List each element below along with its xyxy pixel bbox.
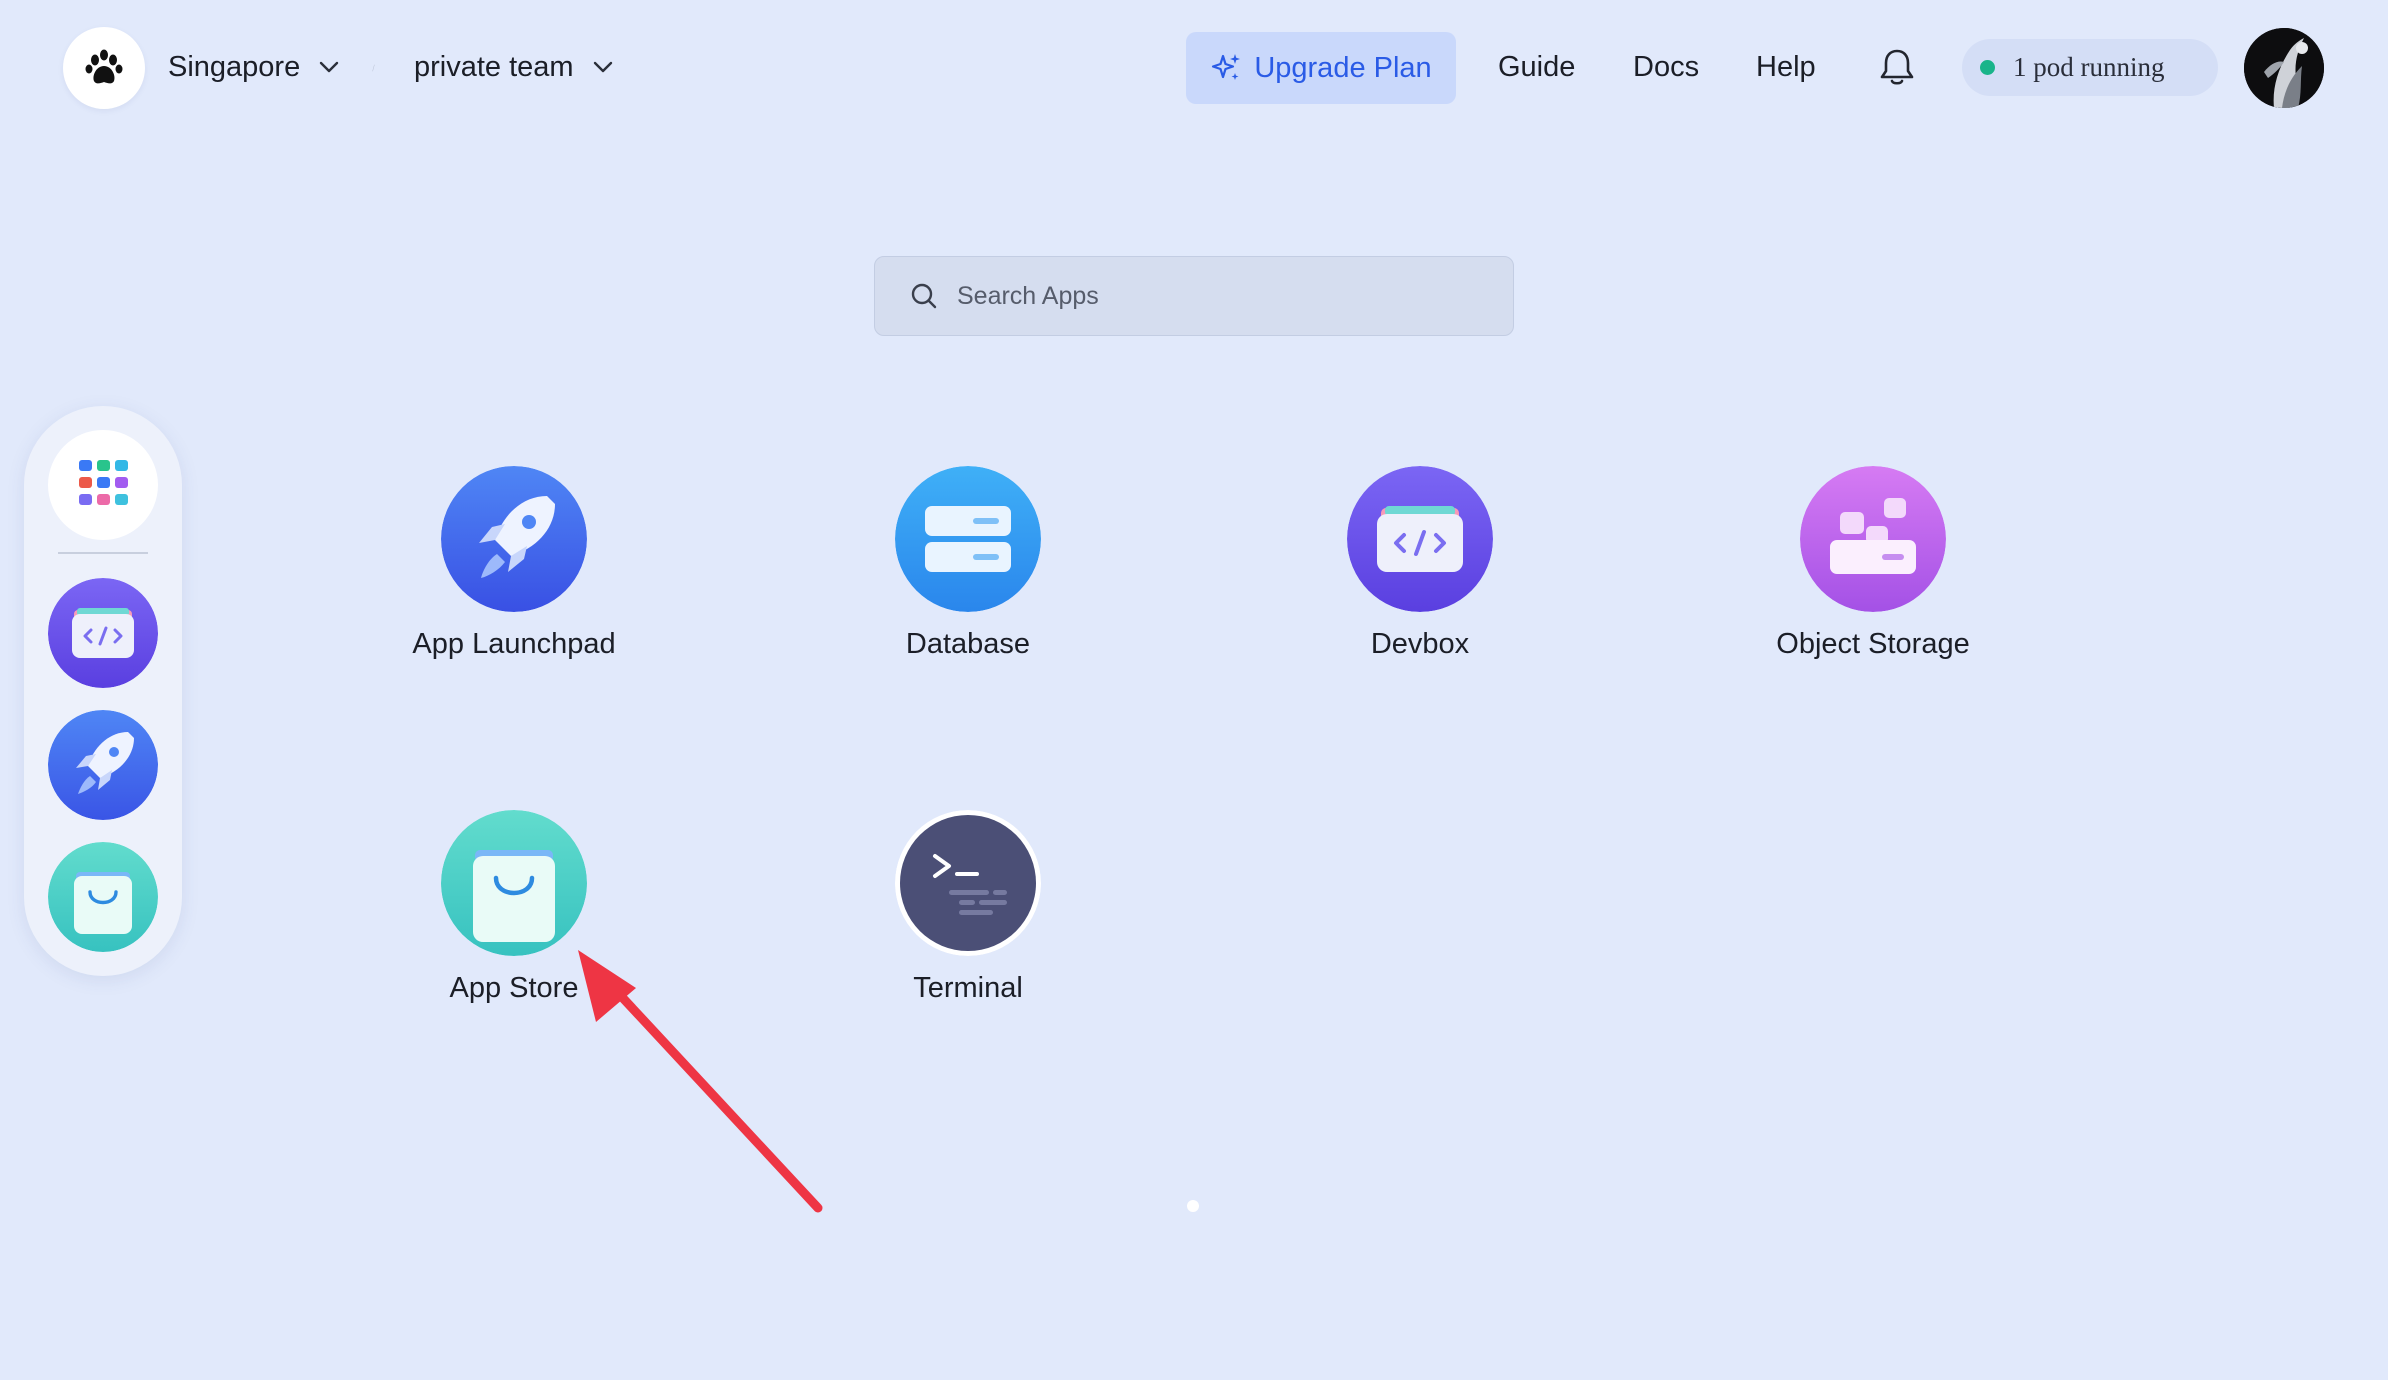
app-label: Devbox [1370,628,1470,660]
app-tile-app-store[interactable]: App Store [364,810,664,1005]
app-tile-devbox[interactable]: Devbox [1270,466,1570,661]
app-label: Terminal [913,972,1023,1004]
page-indicator-dot[interactable] [1187,1200,1199,1212]
app-tile-app-launchpad[interactable]: App Launchpad [364,466,664,661]
dock-app-store-bag-icon[interactable] [48,842,158,952]
dock-apps-grid-icon[interactable] [48,430,158,540]
app-label: Database [905,628,1031,660]
pod-status-label: 1 pod running [2013,52,2165,82]
docs-link[interactable]: Docs [1633,42,1699,92]
help-link[interactable]: Help [1756,42,1816,92]
breadcrumb-separator [372,44,375,92]
pod-status-badge[interactable]: 1 pod running [1962,39,2218,96]
chevron-down-icon [592,60,614,74]
app-dock [24,406,182,976]
chevron-down-icon [318,60,340,74]
sparkle-icon [1210,52,1242,84]
avatar[interactable] [2244,28,2324,108]
team-label: private team [414,50,574,83]
upgrade-plan-label: Upgrade Plan [1254,51,1432,84]
search-icon [909,281,939,311]
dock-devbox-icon[interactable] [48,578,158,688]
search-input[interactable] [955,280,1495,312]
status-dot-icon [1980,60,1995,75]
object-storage-icon [1800,466,1946,612]
app-tile-database[interactable]: Database [818,466,1118,661]
top-bar: Singapore private team Upgrade Plan Guid… [0,0,2388,136]
region-label: Singapore [168,50,301,83]
bell-icon[interactable] [1874,44,1920,90]
paw-logo-icon[interactable] [63,27,145,109]
team-selector[interactable]: private team [414,42,614,92]
app-store-bag-icon [441,810,587,956]
upgrade-plan-button[interactable]: Upgrade Plan [1186,32,1456,104]
database-icon [895,466,1041,612]
devbox-icon [1347,466,1493,612]
app-label: App Launchpad [412,628,616,660]
search-bar[interactable] [874,256,1514,336]
rocket-icon [441,466,587,612]
app-label: Object Storage [1776,628,1970,660]
dock-rocket-icon[interactable] [48,710,158,820]
guide-link[interactable]: Guide [1498,42,1575,92]
dock-divider [58,552,148,554]
region-selector[interactable]: Singapore [168,42,340,92]
terminal-icon [895,810,1041,956]
app-label: App Store [449,972,579,1004]
app-tile-terminal[interactable]: Terminal [818,810,1118,1005]
app-tile-object-storage[interactable]: Object Storage [1723,466,2023,661]
